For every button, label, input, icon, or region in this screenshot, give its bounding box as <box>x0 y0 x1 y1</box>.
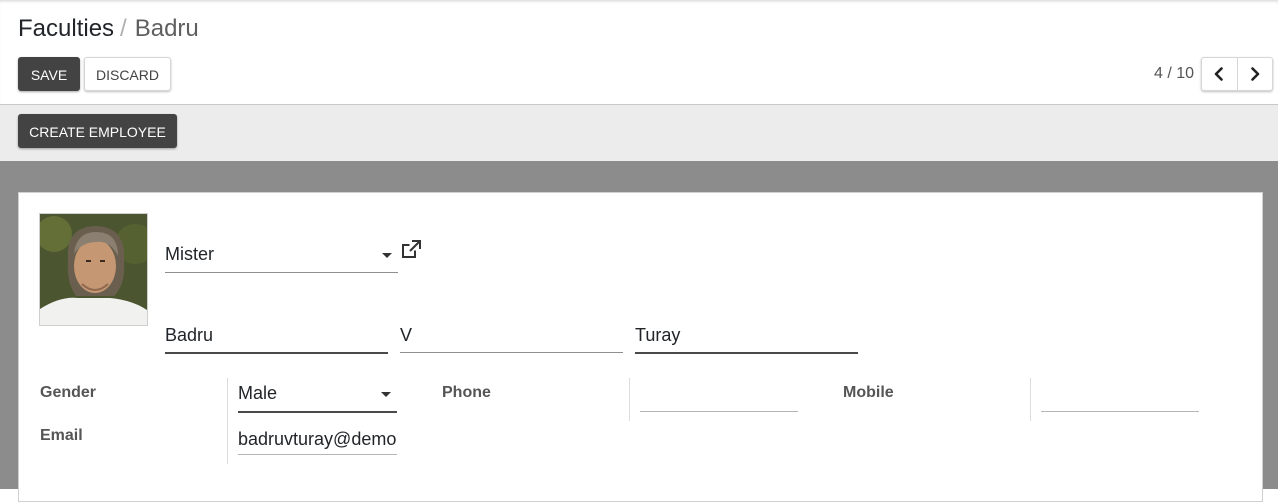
breadcrumb: Faculties / Badru <box>18 14 199 44</box>
gender-divider <box>227 378 228 464</box>
mobile-divider <box>1030 378 1031 421</box>
avatar[interactable] <box>39 213 148 326</box>
mobile-input[interactable] <box>1041 385 1199 412</box>
pager-buttons <box>1201 57 1273 91</box>
statusbar: CREATE EMPLOYEE <box>0 105 1278 161</box>
pager-previous-button[interactable] <box>1202 58 1237 90</box>
first-name-input[interactable]: Badru <box>165 322 388 354</box>
chevron-down-icon <box>381 392 391 397</box>
last-name-input[interactable]: Turay <box>635 322 858 354</box>
form-sheet: Mister Badru V Turay Gender Male Phone M… <box>18 192 1263 502</box>
save-button[interactable]: SAVE <box>18 57 80 91</box>
title-value: Mister <box>165 244 214 264</box>
pager-value[interactable]: 4 / 10 <box>1154 65 1194 83</box>
pager-next-button[interactable] <box>1236 58 1273 90</box>
external-link-icon[interactable] <box>400 239 422 261</box>
gender-label: Gender <box>40 384 97 401</box>
phone-divider <box>629 378 630 421</box>
chevron-right-icon <box>1250 67 1260 81</box>
breadcrumb-parent-link[interactable]: Faculties <box>18 15 114 42</box>
gender-value: Male <box>238 383 278 403</box>
person-photo-icon <box>40 214 147 325</box>
breadcrumb-separator: / <box>120 15 127 42</box>
gender-select[interactable]: Male <box>238 380 397 413</box>
breadcrumb-current: Badru <box>134 15 199 42</box>
email-input[interactable]: badruvturay@demo <box>238 426 397 455</box>
phone-input[interactable] <box>640 385 798 412</box>
middle-name-input[interactable]: V <box>400 322 623 353</box>
form-sheet-background: Mister Badru V Turay Gender Male Phone M… <box>0 161 1278 502</box>
control-panel: Faculties / Badru SAVE DISCARD 4 / 10 <box>0 0 1278 105</box>
phone-label: Phone <box>442 384 491 401</box>
title-select[interactable]: Mister <box>165 241 398 273</box>
mobile-label: Mobile <box>843 384 894 401</box>
email-label: Email <box>40 427 83 444</box>
chevron-left-icon <box>1214 67 1224 81</box>
discard-button[interactable]: DISCARD <box>84 57 171 91</box>
chevron-down-icon <box>382 253 392 258</box>
create-employee-button[interactable]: CREATE EMPLOYEE <box>18 114 177 148</box>
